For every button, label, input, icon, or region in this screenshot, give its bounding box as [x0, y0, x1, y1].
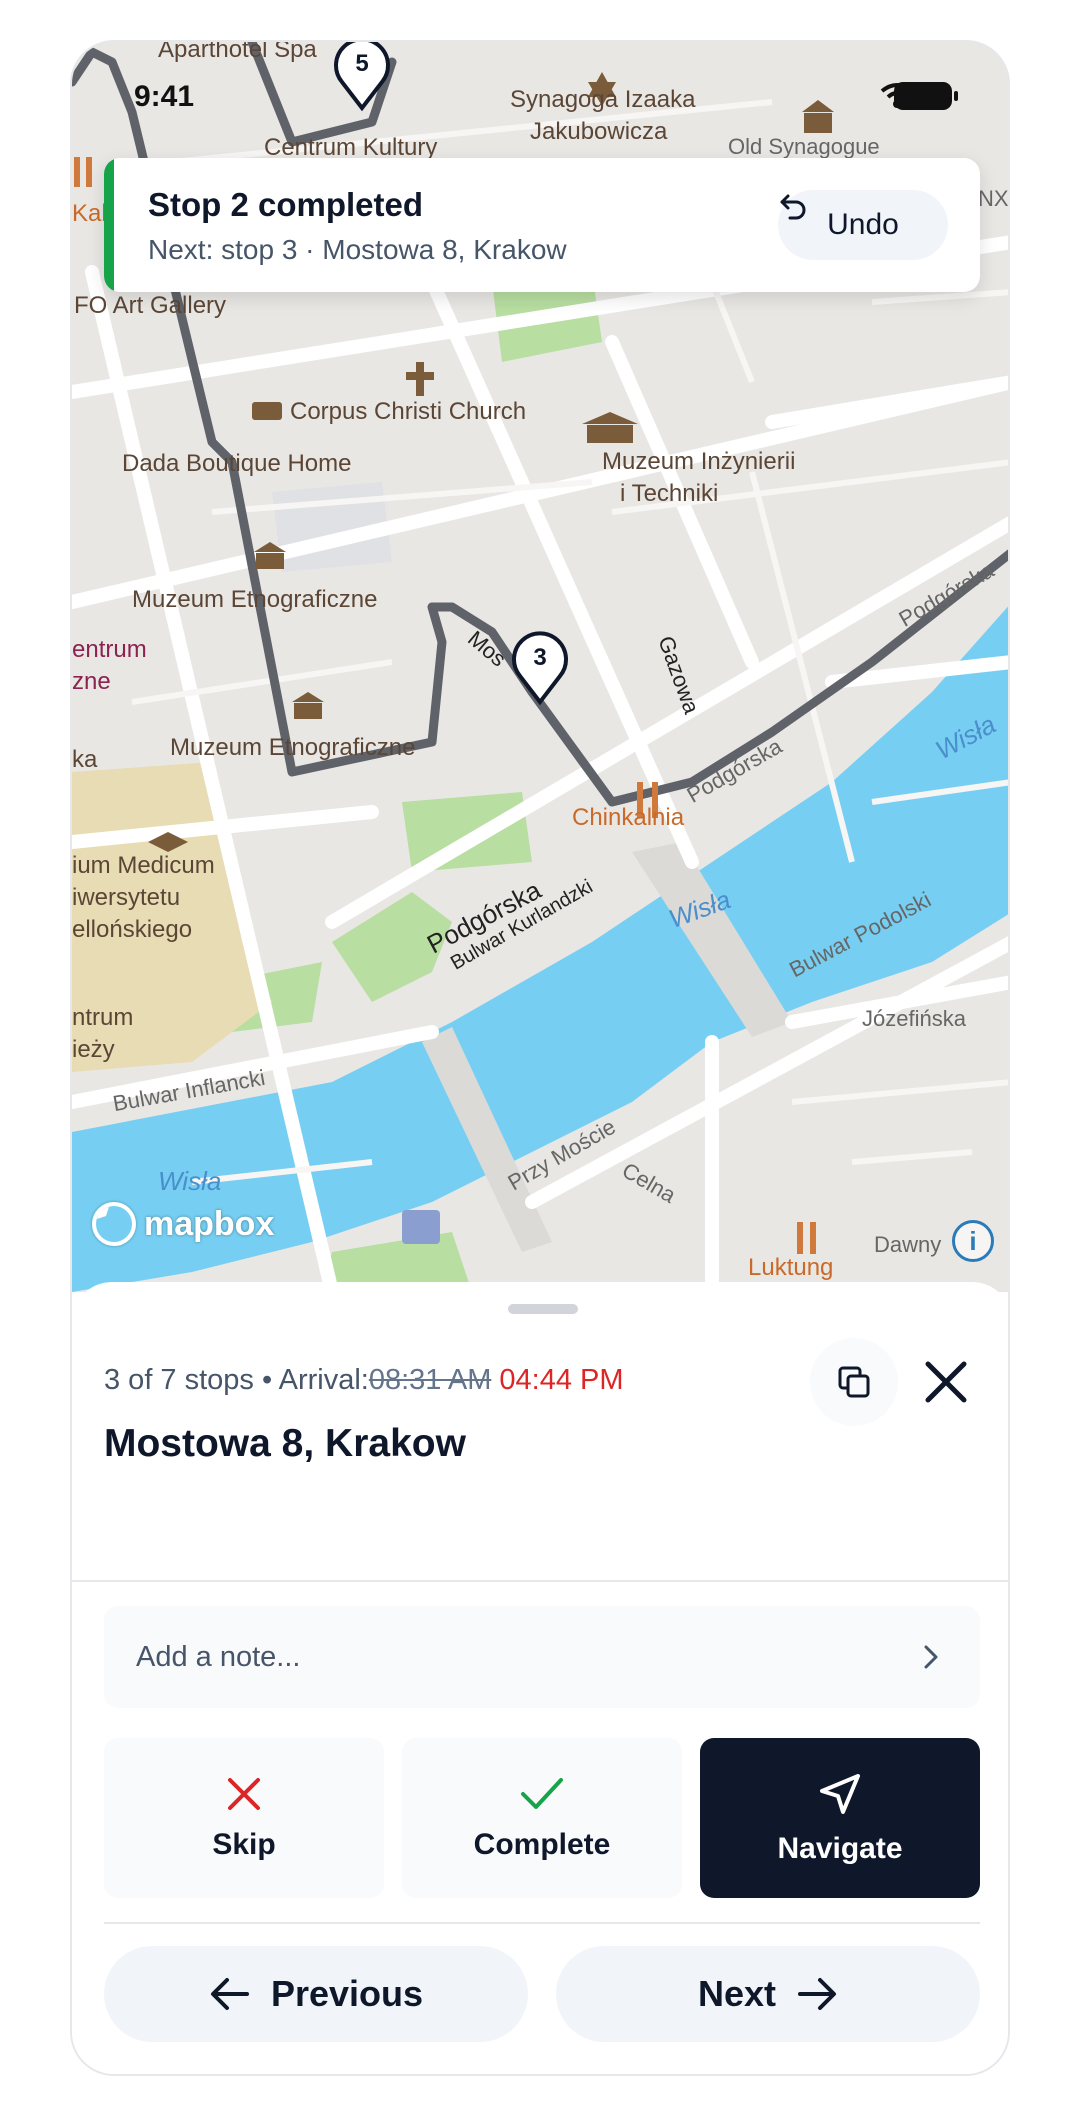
map-label: Luktung: [748, 1254, 834, 1281]
map-label: ellońskiego: [72, 916, 193, 943]
phone-screen: 9:41 Aparthotel Spa Synagoga Izaaka Jaku…: [70, 40, 1010, 2076]
stop-progress: 3 of 7 stops • Arrival:: [104, 1364, 369, 1396]
map-label: FO Art Gallery: [74, 292, 227, 319]
map-label: Chinkalnia: [572, 804, 685, 831]
chevron-right-icon: [924, 1645, 938, 1669]
mapbox-logo[interactable]: mapbox: [92, 1202, 274, 1246]
map-label: Wisła: [158, 1166, 222, 1196]
map-label: NX: [978, 186, 1009, 211]
map-label: zne: [72, 668, 111, 695]
check-icon: [521, 1778, 563, 1809]
map-label: iwersytetu: [72, 884, 181, 911]
stop-marker-3[interactable]: 3: [510, 630, 570, 706]
undo-button[interactable]: Undo: [778, 190, 948, 260]
map-label: Old Synagogue: [728, 134, 880, 159]
map-label: Józefińska: [862, 1006, 966, 1031]
undo-icon: [780, 194, 806, 220]
marker-number: 5: [355, 50, 369, 77]
divider: [72, 1580, 1008, 1582]
info-icon: i: [969, 1225, 977, 1256]
close-icon: [925, 1361, 967, 1403]
status-time: 9:41: [134, 80, 195, 113]
divider: [104, 1922, 980, 1924]
marker-number: 3: [533, 644, 547, 671]
toast-accent-bar: [104, 158, 114, 292]
map-label: ium Medicum: [72, 852, 215, 879]
map-label: Synagoga Izaaka: [510, 86, 696, 113]
stop-detail-sheet: 3 of 7 stops • Arrival:08:31 AM 04:44 PM…: [72, 1282, 1008, 2074]
mapbox-wordmark: mapbox: [144, 1204, 275, 1243]
mapbox-icon: [92, 1202, 136, 1246]
arrow-left-icon: [210, 1978, 249, 2010]
stop-address: Mostowa 8, Krakow: [104, 1422, 466, 1465]
navigation-arrow-icon: [820, 1774, 860, 1814]
navigate-button[interactable]: Navigate: [700, 1738, 980, 1898]
map-label: Dada Boutique Home: [122, 450, 352, 477]
map-label: Aparthotel Spa: [158, 42, 317, 63]
status-icons: [880, 82, 958, 110]
map-label: ntrum: [72, 1004, 134, 1031]
note-placeholder: Add a note...: [136, 1640, 301, 1673]
close-button[interactable]: [912, 1348, 980, 1416]
close-icon: [228, 1778, 260, 1810]
route-map[interactable]: 9:41 Aparthotel Spa Synagoga Izaaka Jaku…: [72, 42, 1009, 1292]
add-note-field[interactable]: Add a note...: [104, 1606, 980, 1708]
stop-marker-5[interactable]: 5: [332, 42, 392, 112]
skip-label: Skip: [212, 1828, 276, 1861]
sheet-grabber[interactable]: [508, 1304, 578, 1314]
map-label: ka: [72, 746, 98, 773]
map-label: Muzeum Inżynierii: [602, 448, 796, 475]
map-label: i Techniki: [620, 480, 719, 507]
map-label: Dawny: [874, 1232, 942, 1257]
arrow-right-icon: [798, 1978, 837, 2010]
undo-label: Undo: [827, 208, 899, 241]
map-label: Corpus Christi Church: [290, 398, 527, 425]
copy-address-button[interactable]: [810, 1338, 898, 1426]
arrival-updated: 04:44 PM: [499, 1364, 624, 1396]
map-info-button[interactable]: i: [952, 1220, 994, 1262]
arrival-original: 08:31 AM: [368, 1364, 492, 1396]
navigate-label: Navigate: [777, 1832, 903, 1865]
toast-subtitle: Next: stop 3 · Mostowa 8, Krakow: [148, 234, 567, 265]
previous-stop-button[interactable]: Previous: [104, 1946, 528, 2042]
next-stop-button[interactable]: Next: [556, 1946, 980, 2042]
map-label: Muzeum Etnograficzne: [170, 734, 416, 761]
stop-completed-toast: Stop 2 completed Next: stop 3 · Mostowa …: [104, 158, 980, 292]
map-label: entrum: [72, 636, 147, 663]
map-label: Muzeum Etnograficzne: [132, 586, 378, 613]
toast-title: Stop 2 completed: [148, 186, 424, 223]
complete-button[interactable]: Complete: [402, 1738, 682, 1898]
copy-icon: [838, 1366, 870, 1398]
map-label: ieży: [72, 1036, 115, 1063]
next-label: Next: [697, 1973, 777, 2014]
battery-icon: [894, 82, 958, 110]
skip-button[interactable]: Skip: [104, 1738, 384, 1898]
stop-meta: 3 of 7 stops • Arrival:08:31 AM 04:44 PM: [104, 1364, 624, 1397]
complete-label: Complete: [473, 1828, 611, 1861]
map-label: Jakubowicza: [530, 118, 668, 145]
previous-label: Previous: [270, 1973, 424, 2014]
